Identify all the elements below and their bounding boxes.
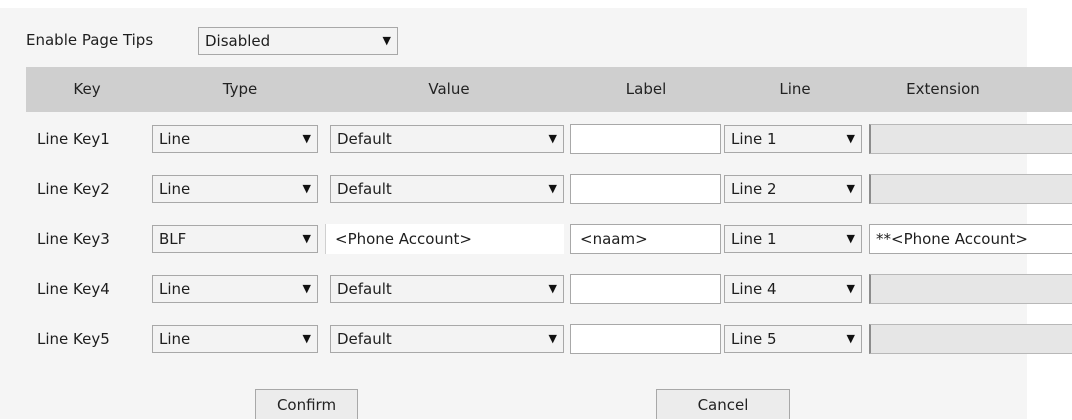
value-select[interactable]: Default ▼ — [330, 275, 564, 303]
value-select-value: Default — [337, 280, 392, 298]
chevron-down-icon: ▼ — [846, 132, 855, 145]
row-key-label: Line Key4 — [37, 280, 110, 298]
line-select[interactable]: Line 5 ▼ — [724, 325, 862, 353]
chevron-down-icon: ▼ — [302, 332, 311, 345]
column-header-type: Type — [222, 80, 258, 98]
line-select-value: Line 1 — [731, 230, 777, 248]
extension-input[interactable] — [869, 124, 1072, 154]
chevron-down-icon: ▼ — [302, 132, 311, 145]
value-select[interactable]: Default ▼ — [330, 175, 564, 203]
type-select[interactable]: Line ▼ — [152, 175, 318, 203]
chevron-down-icon: ▼ — [548, 332, 557, 345]
chevron-down-icon: ▼ — [382, 34, 391, 47]
chevron-down-icon: ▼ — [302, 182, 311, 195]
line-select[interactable]: Line 2 ▼ — [724, 175, 862, 203]
column-header-line: Line — [779, 80, 811, 98]
value-select[interactable]: Default ▼ — [330, 125, 564, 153]
page-tips-select[interactable]: Disabled ▼ — [198, 27, 398, 55]
type-select[interactable]: Line ▼ — [152, 275, 318, 303]
column-header-value: Value — [428, 80, 470, 98]
page-tips-label: Enable Page Tips — [26, 31, 154, 49]
column-header-extension: Extension — [906, 80, 980, 98]
value-select-value: Default — [337, 330, 392, 348]
type-select-value: Line — [159, 180, 191, 198]
value-select[interactable]: Default ▼ — [330, 325, 564, 353]
type-select-value: Line — [159, 130, 191, 148]
chevron-down-icon: ▼ — [846, 232, 855, 245]
chevron-down-icon: ▼ — [548, 182, 557, 195]
type-select-value: Line — [159, 330, 191, 348]
extension-input[interactable] — [869, 174, 1072, 204]
value-select-value: Default — [337, 130, 392, 148]
column-header-label: Label — [625, 80, 667, 98]
line-select-value: Line 2 — [731, 180, 777, 198]
label-input[interactable] — [570, 324, 721, 354]
type-select[interactable]: BLF ▼ — [152, 225, 318, 253]
label-input[interactable] — [570, 174, 721, 204]
chevron-down-icon: ▼ — [846, 282, 855, 295]
chevron-down-icon: ▼ — [302, 232, 311, 245]
confirm-button[interactable]: Confirm — [255, 389, 358, 419]
line-select-value: Line 5 — [731, 330, 777, 348]
line-select[interactable]: Line 4 ▼ — [724, 275, 862, 303]
column-header-key: Key — [73, 80, 101, 98]
type-select[interactable]: Line ▼ — [152, 125, 318, 153]
line-select[interactable]: Line 1 ▼ — [724, 225, 862, 253]
line-select[interactable]: Line 1 ▼ — [724, 125, 862, 153]
row-key-label: Line Key1 — [37, 130, 110, 148]
type-select-value: BLF — [159, 230, 187, 248]
extension-input[interactable]: **<Phone Account> — [869, 224, 1072, 254]
extension-input[interactable] — [869, 324, 1072, 354]
cancel-button[interactable]: Cancel — [656, 389, 790, 419]
table-header: Key Type Value Label Line Extension — [26, 67, 1072, 112]
row-key-label: Line Key5 — [37, 330, 110, 348]
line-select-value: Line 4 — [731, 280, 777, 298]
type-select-value: Line — [159, 280, 191, 298]
chevron-down-icon: ▼ — [548, 282, 557, 295]
line-select-value: Line 1 — [731, 130, 777, 148]
label-input[interactable] — [570, 274, 721, 304]
row-key-label: Line Key2 — [37, 180, 110, 198]
chevron-down-icon: ▼ — [846, 332, 855, 345]
page-tips-select-value: Disabled — [205, 32, 271, 50]
label-input[interactable] — [570, 124, 721, 154]
chevron-down-icon: ▼ — [548, 132, 557, 145]
extension-input[interactable] — [869, 274, 1072, 304]
chevron-down-icon: ▼ — [846, 182, 855, 195]
type-select[interactable]: Line ▼ — [152, 325, 318, 353]
label-input[interactable]: <naam> — [570, 224, 721, 254]
row-key-label: Line Key3 — [37, 230, 110, 248]
value-select-value: Default — [337, 180, 392, 198]
value-input[interactable]: <Phone Account> — [325, 224, 564, 254]
chevron-down-icon: ▼ — [302, 282, 311, 295]
